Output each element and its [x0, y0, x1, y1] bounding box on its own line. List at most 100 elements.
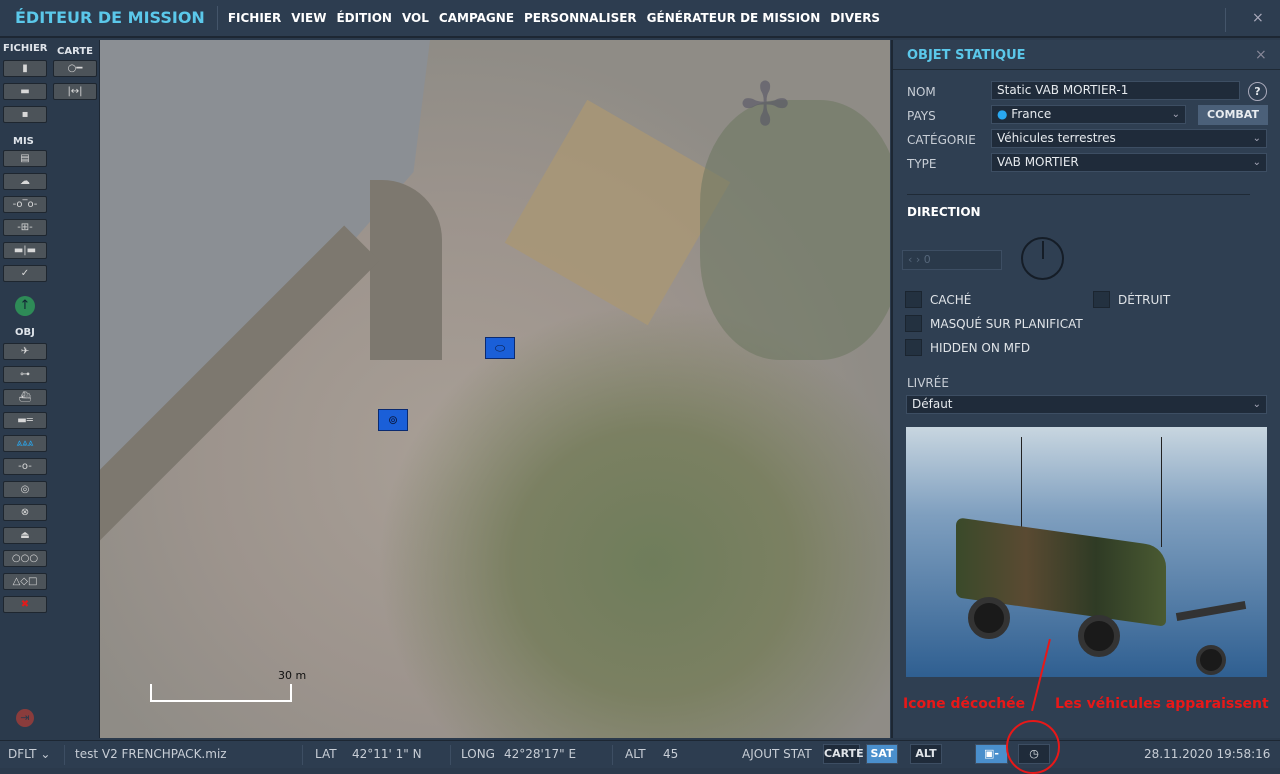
helicopter-static: ✢: [740, 70, 791, 140]
left-toolbar: FICHIER CARTE MIS ↑ OBJ ▮ ▬ ▪ ○━ |↔| ▤ ☁ -o‾o- -…: [0, 40, 100, 738]
key-icon[interactable]: ○━: [53, 60, 97, 77]
divider: [1225, 8, 1226, 32]
menu-campagne[interactable]: CAMPAGNE: [439, 11, 514, 25]
annotation-icon-unchecked: Icone décochée: [903, 696, 1026, 712]
livree-label: LIVRÉE: [907, 376, 949, 390]
menu-vol[interactable]: VOL: [402, 11, 429, 25]
panel-close-button[interactable]: ×: [1255, 47, 1267, 63]
scale-bar: [150, 684, 292, 702]
static-object-icon[interactable]: ⩓⩓⩓: [3, 435, 47, 452]
categorie-value: Véhicules terrestres: [997, 131, 1116, 145]
delete-icon[interactable]: ✖: [3, 596, 47, 613]
carte-view-button[interactable]: CARTE: [823, 744, 864, 764]
panel-title: OBJET STATIQUE: [907, 48, 1026, 63]
static-vehicles-toggle-icon[interactable]: ▣-: [975, 744, 1008, 764]
target-zone-icon[interactable]: -⊞-: [3, 219, 47, 236]
alt-value: 45: [663, 747, 679, 761]
briefing-icon[interactable]: ▤: [3, 150, 47, 167]
top-menu-bar: ÉDITEUR DE MISSION FICHIER VIEW ÉDITION …: [0, 0, 1280, 38]
zone-icon[interactable]: ◎: [3, 481, 47, 498]
antenna: [1161, 437, 1162, 547]
nom-label: NOM: [907, 85, 936, 99]
menu-view[interactable]: VIEW: [291, 11, 326, 25]
sat-view-button[interactable]: SAT: [866, 744, 898, 764]
direction-arrows: ‹ ›: [908, 253, 921, 266]
profile-select[interactable]: DFLT ⌄: [8, 747, 50, 761]
open-folder-icon[interactable]: ▬: [3, 83, 47, 100]
save-icon[interactable]: ▪: [3, 106, 47, 123]
livree-value: Défaut: [912, 397, 953, 411]
divider: [64, 745, 65, 765]
trigger-icon[interactable]: -o‾o-: [3, 196, 47, 213]
help-button[interactable]: ?: [1248, 82, 1267, 101]
menu-generateur[interactable]: GÉNÉRATEUR DE MISSION: [647, 11, 821, 25]
helicopter-icon[interactable]: ⊶: [3, 366, 47, 383]
masque-checkbox[interactable]: [905, 315, 922, 332]
chevron-down-icon: ⌄: [1252, 133, 1261, 144]
weather-icon[interactable]: ☁: [3, 173, 47, 190]
divider: [302, 745, 303, 765]
annotation-vehicles-appear: Les véhicules apparaissent: [1055, 696, 1269, 712]
alt-label: ALT: [625, 747, 646, 761]
flag-icon[interactable]: ▬|▬: [3, 242, 47, 259]
pays-value: France: [1011, 107, 1052, 121]
detruit-checkbox[interactable]: [1093, 291, 1110, 308]
direction-input[interactable]: ‹ › 0: [902, 250, 1002, 270]
shapes-icon[interactable]: △◇□: [3, 573, 47, 590]
pays-select[interactable]: ● France ⌄: [991, 105, 1186, 124]
type-select[interactable]: VAB MORTIER ⌄: [991, 153, 1267, 172]
ship-icon[interactable]: ⛴: [3, 389, 47, 406]
mis-heading: MIS: [13, 136, 34, 147]
helipad-icon[interactable]: ⏏: [3, 527, 47, 544]
status-bar: DFLT ⌄ test V2 FRENCHPACK.miz LAT 42°11'…: [0, 740, 1280, 768]
hidden-mfd-label: HIDDEN ON MFD: [930, 341, 1031, 355]
type-label: TYPE: [907, 157, 937, 171]
direction-value: 0: [923, 253, 931, 266]
divider: [893, 69, 1280, 70]
menu-divers[interactable]: DIVERS: [830, 11, 880, 25]
map-view[interactable]: ✢ ⬭ ⊚ 30 m: [100, 40, 890, 738]
divider: [612, 745, 613, 765]
annotation-circle: [1006, 720, 1060, 774]
ruler-icon[interactable]: |↔|: [53, 83, 97, 100]
tank-icon[interactable]: ▬═: [3, 412, 47, 429]
check-icon[interactable]: ✓: [3, 265, 47, 282]
menu-edition[interactable]: ÉDITION: [336, 11, 392, 25]
unit-marker-static[interactable]: ⊚: [378, 409, 408, 431]
close-window-button[interactable]: ×: [1252, 10, 1264, 26]
categorie-select[interactable]: Véhicules terrestres ⌄: [991, 129, 1267, 148]
carte-heading: CARTE: [57, 46, 93, 57]
direction-dial[interactable]: [1021, 237, 1064, 280]
mortar: [1175, 600, 1247, 622]
menu-fichier[interactable]: FICHIER: [228, 11, 281, 25]
nav-target-icon[interactable]: ⊗: [3, 504, 47, 521]
long-value: 42°28'17" E: [504, 747, 577, 761]
new-file-icon[interactable]: ▮: [3, 60, 47, 77]
profile-value: DFLT: [8, 747, 37, 761]
direction-heading: DIRECTION: [907, 205, 981, 219]
chevron-down-icon: ⌄: [1252, 399, 1261, 410]
divider: [907, 194, 1250, 195]
fichier-heading: FICHIER: [3, 43, 48, 54]
waypoint-icon[interactable]: -o-: [3, 458, 47, 475]
unit-marker-vehicle[interactable]: ⬭: [485, 337, 515, 359]
nom-input[interactable]: Static VAB MORTIER-1: [991, 81, 1240, 100]
cache-label: CACHÉ: [930, 293, 972, 307]
antenna: [1021, 437, 1022, 537]
vehicle-preview: [906, 427, 1267, 677]
airplane-icon[interactable]: ✈: [3, 343, 47, 360]
ajout-stat-label: AJOUT STAT: [742, 747, 812, 761]
combat-button[interactable]: COMBAT: [1198, 105, 1268, 125]
arrow-up-icon[interactable]: ↑: [15, 296, 35, 316]
masque-label: MASQUÉ SUR PLANIFICAT: [930, 317, 1083, 331]
sand-area: [504, 99, 731, 326]
hidden-mfd-checkbox[interactable]: [905, 339, 922, 356]
livree-select[interactable]: Défaut ⌄: [906, 395, 1267, 414]
formation-icon[interactable]: ○○○: [3, 550, 47, 567]
exit-icon[interactable]: ⇥: [16, 709, 34, 727]
alt-view-button[interactable]: ALT: [910, 744, 942, 764]
categorie-label: CATÉGORIE: [907, 133, 976, 147]
menu-personnaliser[interactable]: PERSONNALISER: [524, 11, 637, 25]
cache-checkbox[interactable]: [905, 291, 922, 308]
wheel: [1078, 615, 1120, 657]
